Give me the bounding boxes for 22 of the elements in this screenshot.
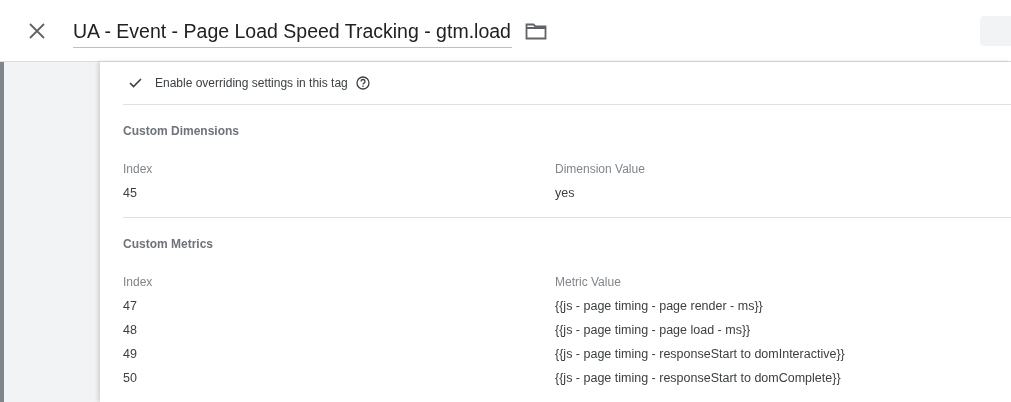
table-cell-text: 49 <box>123 347 138 361</box>
section-heading: Custom Dimensions <box>123 124 240 138</box>
column-header: Dimension Value <box>555 162 646 176</box>
checkbox-label: Enable overriding settings in this tag <box>155 76 348 90</box>
column-header: Index <box>123 162 154 176</box>
table-cell-text: {{js - page timing - page render - ms}} <box>555 299 764 313</box>
table-cell-text: 47 <box>123 299 138 313</box>
section-heading: Custom Metrics <box>123 237 215 251</box>
close-icon[interactable] <box>29 22 45 39</box>
table-cell-text: {{js - page timing - responseStart to domComplete}} <box>555 371 842 385</box>
table-cell-text: yes <box>555 186 576 200</box>
table-cell-text: {{js - page timing - page load - ms}} <box>555 323 752 337</box>
tag-title-field[interactable]: UA - Event - Page Load Speed Tracking - gtm.load <box>73 13 512 48</box>
folder-icon[interactable] <box>524 21 547 40</box>
checkmark-icon[interactable] <box>129 78 142 88</box>
column-header: Metric Value <box>555 275 622 289</box>
table-cell-text: 48 <box>123 323 138 337</box>
table-cell-text: 45 <box>123 186 138 200</box>
table-cell-text: 50 <box>123 371 138 385</box>
column-header: Index <box>123 275 154 289</box>
table-cell-text: {{js - page timing - responseStart to domInteractive}} <box>555 347 846 361</box>
help-icon[interactable] <box>355 76 370 90</box>
